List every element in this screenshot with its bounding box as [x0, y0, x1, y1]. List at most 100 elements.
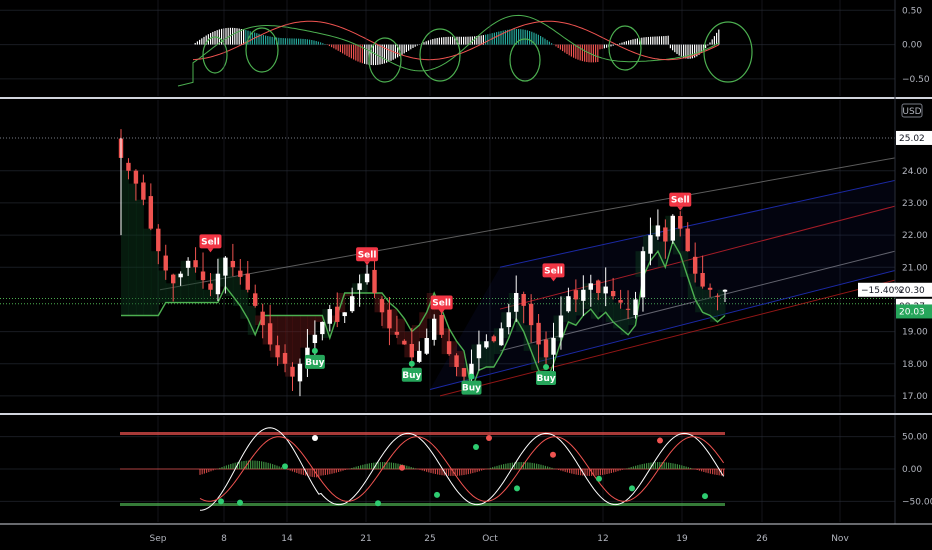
candle-body	[603, 286, 608, 294]
trail-fill-segment	[523, 325, 532, 351]
candle-body	[692, 256, 698, 274]
trail-price-tag: 20.03	[899, 307, 925, 317]
macd-line	[177, 14, 720, 87]
candle-body	[245, 273, 250, 290]
buy-tag-label: Buy	[402, 371, 421, 381]
candle-body	[185, 260, 191, 268]
oscillator-dot	[596, 475, 602, 482]
price-tick-label: 17.00	[902, 392, 928, 402]
candle-body	[648, 235, 653, 254]
candle-body	[230, 260, 236, 268]
trail-fill-segment	[188, 267, 197, 303]
candle-body	[551, 338, 556, 355]
candle-body	[461, 368, 467, 377]
candle-body	[610, 291, 616, 297]
candle-body	[596, 280, 601, 293]
oscillator-dot	[473, 444, 479, 451]
trail-fill-segment	[292, 315, 301, 364]
candle-body	[342, 312, 347, 317]
macd-tick-label: 0.00	[902, 41, 922, 51]
trail-fill-segment	[299, 315, 308, 348]
candle-body	[655, 225, 661, 237]
oscillator-dot	[550, 451, 556, 458]
oscillator-tick-label: 0.00	[902, 465, 922, 475]
candle-body	[670, 215, 676, 241]
candle-body	[700, 273, 705, 287]
date-label: 14	[281, 534, 293, 544]
buy-dot	[408, 360, 415, 367]
currency-label: USD	[902, 107, 921, 117]
change-percent-tag: −15.40%	[861, 286, 903, 296]
candle-body	[275, 345, 280, 358]
candle-body	[484, 341, 489, 348]
date-label: Nov	[831, 534, 849, 544]
buy-tag-label: Buy	[305, 358, 324, 368]
candle-body	[499, 328, 504, 346]
oscillator-dot	[282, 463, 288, 470]
candle-body	[253, 293, 258, 306]
sell-tag-label: Sell	[671, 196, 690, 206]
candle-body	[707, 287, 713, 290]
price-tick-label: 22.00	[902, 231, 928, 241]
trail-fill-segment	[150, 251, 159, 316]
buy-dot	[311, 347, 318, 354]
candle-body	[297, 363, 303, 382]
sell-tag-label: Sell	[432, 299, 451, 309]
candle-body	[170, 274, 176, 284]
candle-body	[581, 289, 586, 301]
trail-fill-segment	[531, 344, 540, 371]
date-axis[interactable]: Sep 8 14 21 25 Oct 12 19 26 Nov	[150, 534, 850, 544]
candle-body	[588, 283, 593, 290]
oscillator-dot	[486, 434, 492, 441]
candle-body	[514, 292, 519, 312]
candle-body	[506, 312, 511, 328]
trail-fill-segment	[121, 170, 129, 316]
candle-body	[409, 343, 415, 358]
candle-body	[208, 283, 213, 290]
sell-tag-pointer	[364, 261, 371, 266]
candle-body	[379, 299, 385, 313]
date-label: 25	[424, 534, 435, 544]
macd-grid	[0, 9, 895, 80]
candle-body	[335, 306, 340, 322]
candle-body	[282, 352, 288, 364]
oscillator-dot	[657, 437, 663, 444]
date-label: 21	[360, 534, 371, 544]
oscillator-dot	[702, 493, 708, 500]
trail-fill-segment	[307, 315, 316, 335]
date-label: 8	[221, 534, 227, 544]
candle-body	[387, 309, 392, 329]
candle-body	[156, 228, 161, 252]
macd-circle	[703, 21, 753, 83]
candle-body	[625, 308, 631, 310]
candle-body	[476, 344, 482, 359]
trading-chart[interactable]: 0.50 0.00 −0.50 Sell Sell Sell Sell Sell Buy Buy…	[0, 0, 932, 550]
candle-body	[446, 341, 452, 355]
sell-tag-label: Sell	[201, 237, 220, 247]
oscillator-dot	[237, 499, 243, 506]
trail-fill-segment	[702, 289, 711, 316]
candle-body	[685, 228, 690, 252]
trail-fill-segment	[165, 283, 174, 303]
candle-body	[178, 273, 183, 278]
candle-body	[394, 331, 400, 335]
trail-fill-segment	[128, 183, 137, 316]
candle-body	[543, 339, 549, 358]
macd-circle	[509, 38, 541, 82]
candle-body	[163, 255, 168, 271]
candle-body	[290, 366, 295, 377]
sell-tag-label: Sell	[358, 250, 377, 260]
last-price-tag: 20.30	[899, 286, 925, 296]
candle-body	[267, 323, 273, 345]
candle-body	[491, 336, 497, 342]
buy-tag-label: Buy	[462, 384, 481, 394]
candle-body	[327, 309, 332, 324]
sell-signal-tag[interactable]: Sell	[199, 234, 222, 253]
sell-tag-label: Sell	[544, 266, 563, 276]
candle-body	[715, 295, 720, 297]
candle-body	[357, 283, 362, 290]
high-price-tag: 25.02	[899, 134, 925, 144]
candle-body	[126, 162, 131, 171]
sell-signal-tag[interactable]: Sell	[669, 192, 692, 211]
candle-body	[349, 296, 355, 312]
